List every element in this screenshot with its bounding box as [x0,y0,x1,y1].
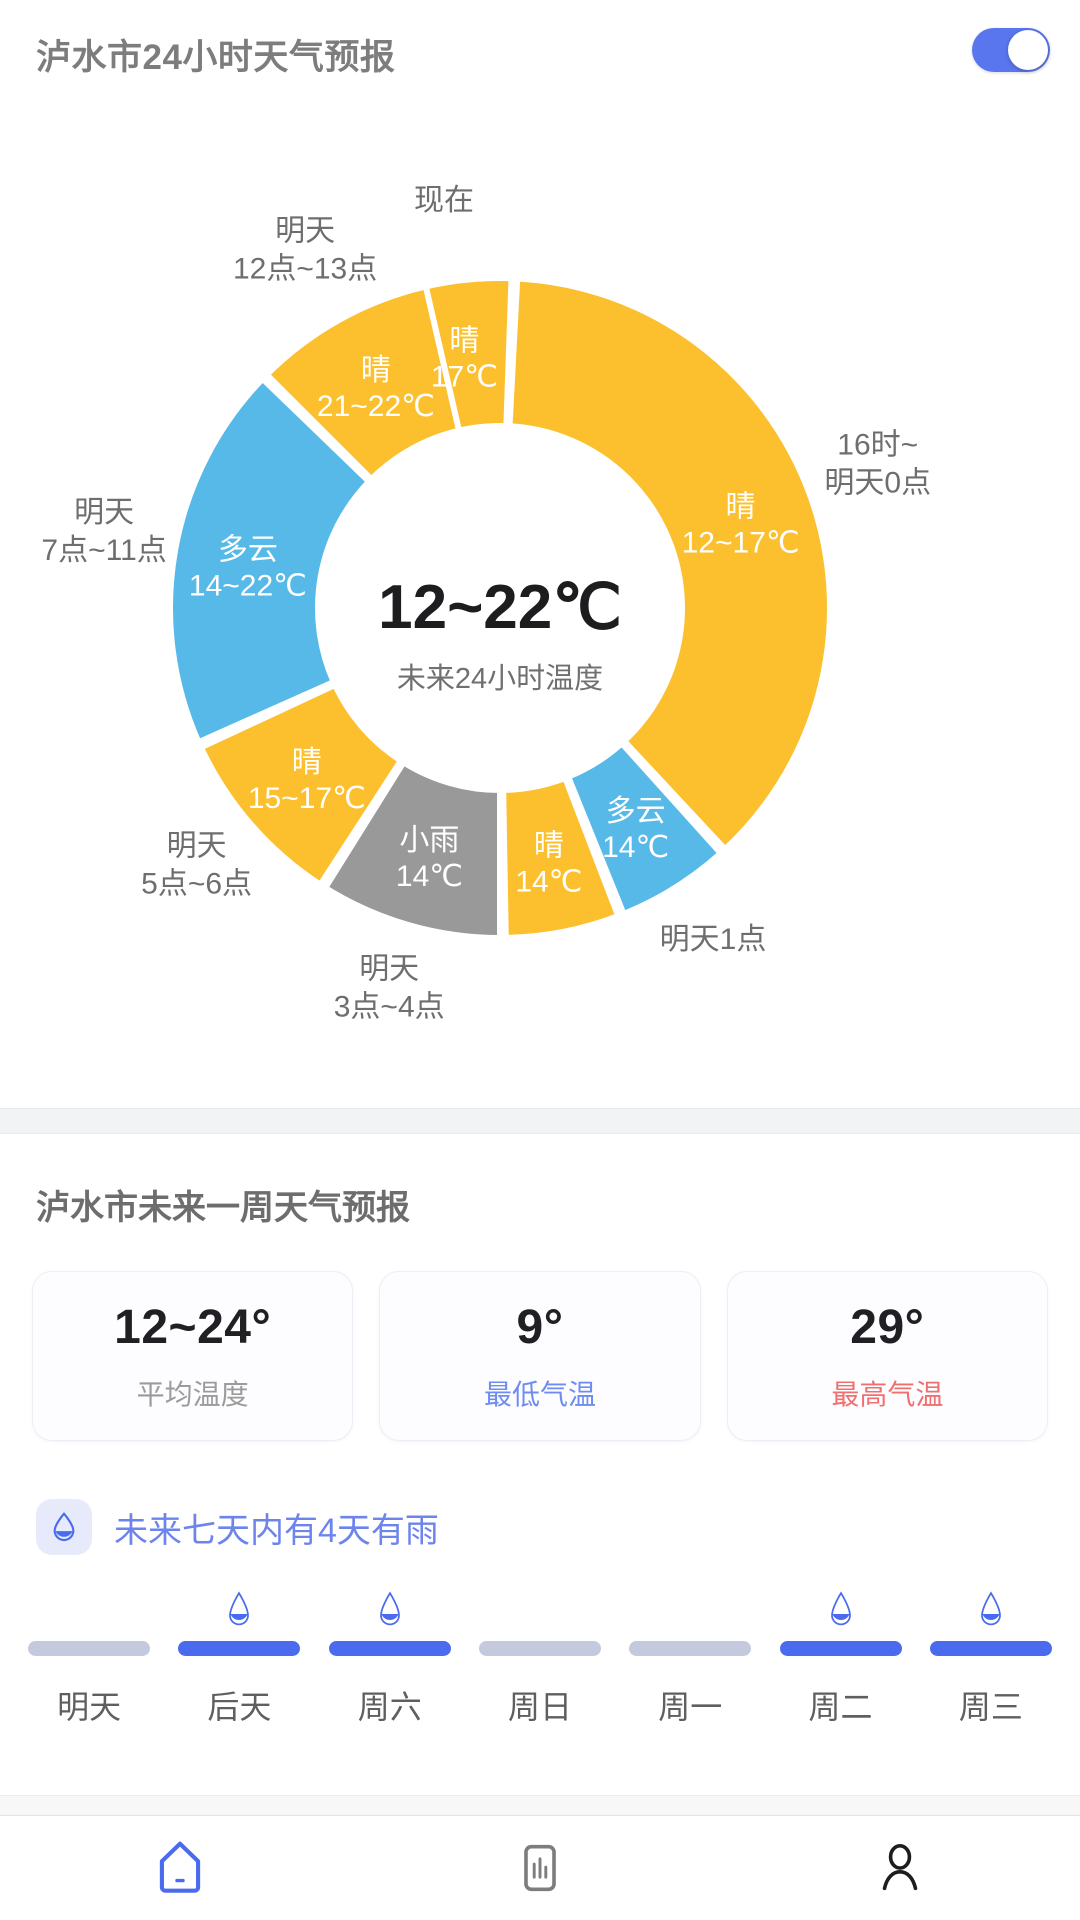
segment-outer-label: 16时~明天0点 [824,429,931,500]
tab-stats[interactable] [360,1816,720,1920]
segment-temperature: 12~17℃ [682,526,800,559]
rain-drop-icon [976,1589,1006,1629]
week-day-item[interactable]: 周日 [465,1589,615,1728]
week-day-item[interactable]: 周二 [765,1589,915,1728]
stat-card[interactable]: 29° 最高气温 [726,1271,1048,1441]
day-name: 周日 [507,1689,572,1725]
stat-value: 12~24° [114,1300,272,1354]
week-day-item[interactable]: 周六 [315,1589,465,1728]
water-drop-icon [36,1499,92,1555]
segment-temperature: 17℃ [431,360,498,393]
day-name: 明天 [57,1689,122,1725]
segment-condition: 小雨 [399,824,459,857]
header: 泸水市24小时天气预报 [0,0,1080,108]
segment-temperature: 14~22℃ [189,570,307,603]
person-icon [882,1843,918,1891]
stat-label: 最低气温 [483,1378,596,1410]
donut-chart-svg: 晴 17℃晴 12~17℃多云 14℃晴 14℃小雨 14℃晴 15~17℃多云 14~22℃… [41,184,931,1024]
day-name: 周一 [658,1689,723,1725]
week-day-item[interactable]: 周三 [916,1589,1066,1728]
week-days-row: 明天 后天 周六 周日 周一 周二 周三 [0,1555,1080,1728]
bottom-tab-bar [0,1815,1080,1920]
stats-row: 12~24° 平均温度 9° 最低气温 29° 最高气温 [0,1229,1080,1441]
donut-segment[interactable] [506,275,833,853]
segment-condition: 晴 [292,746,322,779]
day-name: 后天 [207,1689,272,1725]
segment-condition: 多云 [606,795,666,828]
stat-card[interactable]: 9° 最低气温 [379,1271,701,1441]
weather-app-page: 泸水市24小时天气预报 晴 17℃ 晴 12~17℃ 多云 14℃ 晴 14℃ 小雨 14℃ 晴 15… [0,0,1080,1920]
stat-value: 9° [516,1300,564,1354]
stat-card[interactable]: 12~24° 平均温度 [32,1271,354,1441]
chart-icon [524,1844,556,1892]
segment-outer-label: 明天 12点~13点 [233,214,377,285]
segment-condition: 晴 [361,354,391,387]
segment-temperature: 14℃ [515,865,582,898]
hourly-forecast-card: 晴 17℃ 晴 12~17℃ 多云 14℃ 晴 14℃ 小雨 14℃ 晴 15~17℃ 多云 14~22℃… [0,108,1080,1108]
segment-condition: 多云 [218,534,278,567]
tab-profile[interactable] [720,1816,1080,1920]
rain-drop-glyph [830,1591,851,1626]
day-rain-bar [478,1641,601,1656]
segment-outer-label: 明天 3点~4点 [334,952,445,1023]
stat-label: 最高气温 [831,1378,944,1410]
segment-condition: 晴 [726,490,756,523]
segment-condition: 晴 [534,829,564,862]
segment-outer-label: 明天1点 [660,923,767,956]
week-day-item[interactable]: 周一 [615,1589,765,1728]
rain-drop-glyph [980,1591,1001,1626]
rain-summary-row: 未来七天内有4天有雨 [0,1441,1080,1555]
water-drop-glyph [53,1512,75,1542]
week-day-item[interactable]: 后天 [164,1589,314,1728]
day-rain-bar [779,1641,902,1656]
rain-drop-icon [826,1589,856,1629]
segment-temperature: 14℃ [602,831,669,864]
rain-summary-text: 未来七天内有4天有雨 [114,1511,439,1550]
bottom-divider [0,1795,1080,1816]
day-rain-bar [328,1641,451,1656]
segment-outer-label: 明天 5点~6点 [141,830,252,901]
page-title: 泸水市24小时天气预报 [36,37,396,77]
day-name: 周二 [808,1689,873,1725]
day-rain-bar [629,1641,752,1656]
segment-outer-label: 现在 [414,184,474,217]
segment-condition: 晴 [449,324,479,357]
weekly-forecast-card: 泸水市未来一周天气预报 12~24° 平均温度 9° 最低气温 29° 最高气温 未来七天… [0,1134,1080,1728]
section-divider [0,1108,1080,1134]
stat-label: 平均温度 [136,1378,249,1410]
home-icon [159,1841,201,1893]
week-title: 泸水市未来一周天气预报 [36,1189,410,1227]
week-day-item[interactable]: 明天 [14,1589,164,1728]
day-rain-bar [28,1641,151,1656]
header-toggle-switch[interactable] [972,28,1050,72]
rain-drop-glyph [379,1591,400,1626]
day-rain-bar [178,1641,301,1656]
toggle-knob [1008,30,1048,70]
segment-outer-label: 明天 7点~11点 [41,496,166,567]
stat-value: 29° [850,1300,925,1354]
segment-temperature: 21~22℃ [317,390,435,423]
rain-drop-glyph [229,1591,250,1626]
day-name: 周六 [357,1689,422,1725]
donut-chart: 晴 17℃ 晴 12~17℃ 多云 14℃ 晴 14℃ 小雨 14℃ 晴 15~17℃ 多云 14~22℃… [0,108,1080,1108]
rain-drop-icon [224,1589,254,1629]
rain-drop-icon [375,1589,405,1629]
center-caption: 未来24小时温度 [397,662,603,695]
segment-temperature: 14℃ [396,860,463,893]
segment-temperature: 15~17℃ [248,782,366,815]
day-name: 周三 [958,1689,1023,1725]
center-temperature: 12~22℃ [378,573,622,642]
tab-home[interactable] [0,1816,360,1920]
day-rain-bar [929,1641,1052,1656]
